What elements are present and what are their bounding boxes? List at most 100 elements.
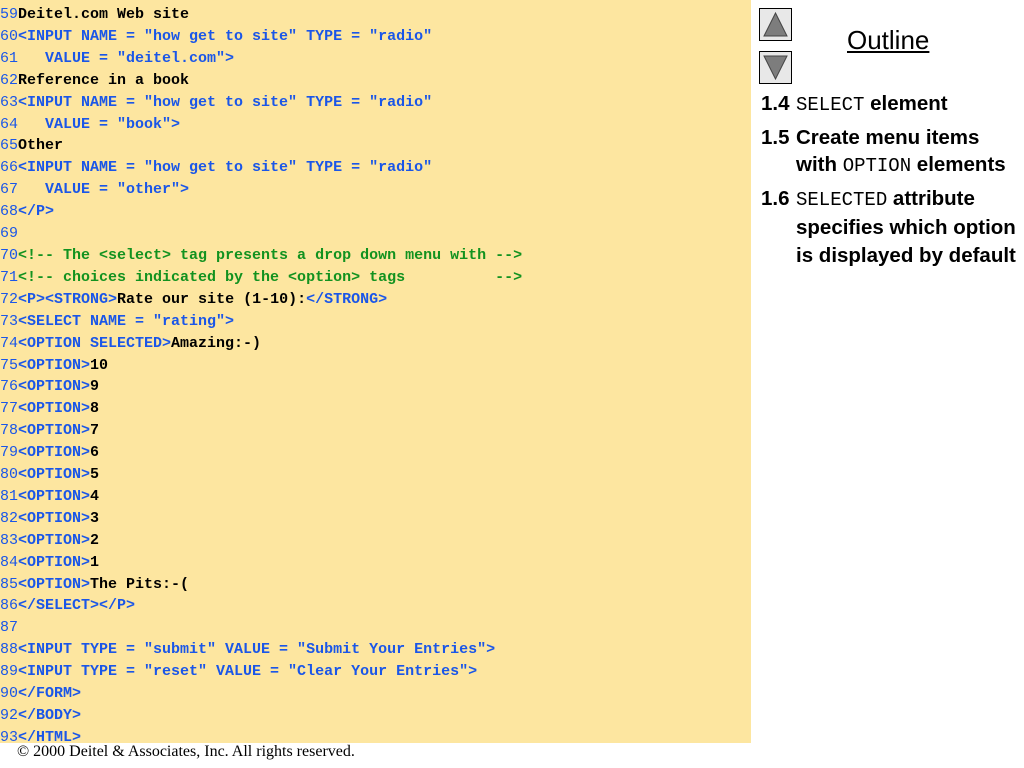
code-text: Amazing:-) (171, 334, 262, 352)
code-line: 64 VALUE = "book"> (0, 114, 751, 136)
code-markup: <INPUT TYPE = "reset" VALUE = "Clear You… (18, 663, 478, 681)
line-number: 84 (0, 553, 19, 571)
code-text: 5 (90, 466, 100, 484)
outline-item-text: SELECTED attribute specifies which optio… (796, 185, 1019, 270)
code-comment: <!-- choices indicated by the <option> t… (18, 268, 523, 286)
outline-item-post: elements (911, 153, 1006, 176)
code-markup: <OPTION> (18, 553, 91, 571)
code-text: 3 (90, 509, 100, 527)
code-markup: <INPUT NAME = "how get to site" TYPE = "… (18, 27, 433, 45)
line-number: 63 (0, 93, 19, 111)
code-markup: <OPTION> (18, 487, 91, 505)
code-line: 81<OPTION>4 (0, 486, 751, 508)
line-number: 90 (0, 685, 19, 703)
code-line: 67 VALUE = "other"> (0, 179, 751, 201)
code-line: 59Deitel.com Web site (0, 4, 751, 26)
code-text: Other (18, 137, 64, 155)
code-line: 84<OPTION>1 (0, 552, 751, 574)
previous-slide-button[interactable] (759, 8, 792, 41)
code-line: 90</FORM> (0, 683, 751, 705)
code-text: 7 (90, 422, 100, 440)
code-text: 10 (90, 356, 109, 374)
line-number: 72 (0, 290, 19, 308)
line-number: 62 (0, 71, 19, 89)
code-line: 62Reference in a book (0, 70, 751, 92)
next-slide-button[interactable] (759, 51, 792, 84)
line-number: 92 (0, 707, 19, 724)
code-text: 8 (90, 400, 100, 418)
code-text: 1 (90, 553, 100, 571)
line-number: 76 (0, 378, 19, 396)
outline-item-number: 1.4 (761, 92, 790, 115)
code-line: 73<SELECT NAME = "rating"> (0, 311, 751, 333)
code-markup: VALUE = "other"> (18, 181, 190, 199)
code-line: 76<OPTION>9 (0, 376, 751, 398)
line-number: 85 (0, 575, 19, 593)
code-markup: <OPTION> (18, 466, 91, 484)
code-markup: VALUE = "book"> (18, 115, 181, 133)
code-line: 70<!-- The <select> tag presents a drop … (0, 245, 751, 267)
line-number: 65 (0, 137, 19, 155)
code-markup: </BODY> (18, 707, 82, 724)
line-number: 75 (0, 356, 19, 374)
line-number: 71 (0, 268, 19, 286)
code-markup: <OPTION> (18, 356, 91, 374)
line-number: 66 (0, 159, 19, 177)
code-line: 72<P><STRONG>Rate our site (1-10):</STRO… (0, 289, 751, 311)
code-line: 93</HTML> (0, 727, 751, 743)
code-line: 87 (0, 617, 751, 639)
code-line: 89<INPUT TYPE = "reset" VALUE = "Clear Y… (0, 661, 751, 683)
code-line: 79<OPTION>6 (0, 442, 751, 464)
code-line: 61 VALUE = "deitel.com"> (0, 48, 751, 70)
line-number: 93 (0, 728, 19, 743)
outline-title[interactable]: Outline (847, 25, 929, 56)
outline-item-code: SELECT (796, 94, 865, 116)
code-line: 77<OPTION>8 (0, 398, 751, 420)
code-markup: <OPTION> (18, 422, 91, 440)
outline-item-number: 1.5 (761, 125, 790, 149)
code-markup: <OPTION> (18, 509, 91, 527)
line-number: 69 (0, 225, 19, 243)
triangle-down-icon (763, 55, 788, 81)
line-number: 81 (0, 487, 19, 505)
outline-item-code: SELECTED (796, 188, 888, 211)
line-number: 70 (0, 246, 19, 264)
code-markup: <INPUT NAME = "how get to site" TYPE = "… (18, 93, 433, 111)
line-number: 83 (0, 531, 19, 549)
outline-item-post: element (864, 92, 948, 115)
code-line: 83<OPTION>2 (0, 530, 751, 552)
code-markup: <OPTION SELECTED> (18, 334, 172, 352)
code-markup: <SELECT NAME = "rating"> (18, 312, 235, 330)
code-markup: <INPUT NAME = "how get to site" TYPE = "… (18, 159, 433, 177)
code-markup: </SELECT></P> (18, 597, 136, 615)
line-number: 59 (0, 6, 19, 23)
code-line: 60<INPUT NAME = "how get to site" TYPE =… (0, 26, 751, 48)
code-line: 71<!-- choices indicated by the <option>… (0, 267, 751, 289)
code-text: Rate our site (1-10): (117, 290, 307, 308)
line-number: 87 (0, 619, 19, 637)
code-line: 78<OPTION>7 (0, 420, 751, 442)
code-line: 92</BODY> (0, 705, 751, 727)
line-number: 80 (0, 466, 19, 484)
line-number: 64 (0, 115, 19, 133)
code-line: 85<OPTION>The Pits:-( (0, 574, 751, 596)
code-line: 65Other (0, 135, 751, 157)
line-number: 89 (0, 663, 19, 681)
outline-item: 1.4 SELECT element (761, 90, 1019, 120)
code-markup: <OPTION> (18, 444, 91, 462)
code-line: 63<INPUT NAME = "how get to site" TYPE =… (0, 92, 751, 114)
code-markup: </FORM> (18, 685, 82, 703)
code-line: 75<OPTION>10 (0, 355, 751, 377)
line-number: 82 (0, 509, 19, 527)
copyright-footer: © 2000 Deitel & Associates, Inc. All rig… (17, 743, 355, 760)
line-number: 60 (0, 27, 19, 45)
line-number: 78 (0, 422, 19, 440)
code-line: 68</P> (0, 201, 751, 223)
code-text: 2 (90, 531, 100, 549)
line-number: 67 (0, 181, 19, 199)
code-markup: <OPTION> (18, 378, 91, 396)
triangle-up-icon (763, 11, 788, 37)
code-markup: <OPTION> (18, 531, 91, 549)
outline-item-text: SELECT element (796, 90, 1019, 120)
code-line: 80<OPTION>5 (0, 464, 751, 486)
